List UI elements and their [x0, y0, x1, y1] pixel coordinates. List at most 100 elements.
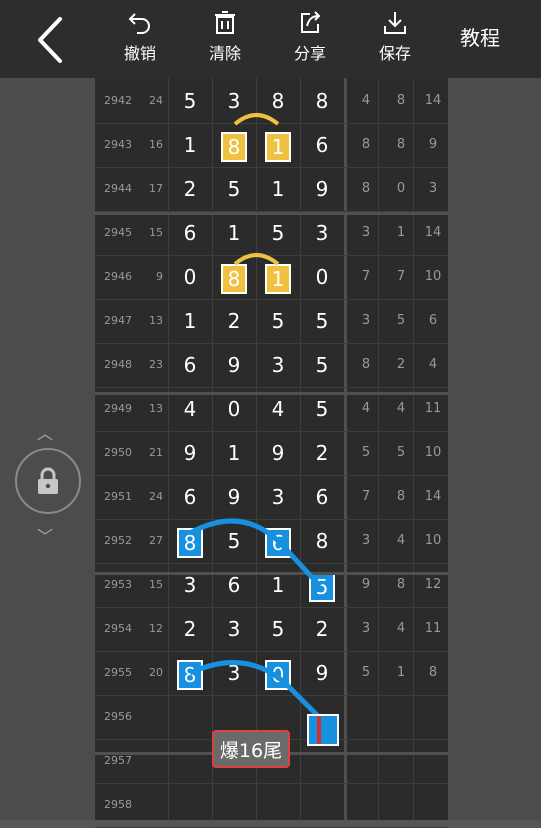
digit-cell[interactable]: 5	[265, 616, 291, 642]
lock-button[interactable]	[15, 448, 81, 514]
stat-value: 8	[396, 137, 406, 152]
digit-cell[interactable]: 5	[309, 308, 335, 334]
digit-cell[interactable]: 5	[309, 352, 335, 378]
period-number: 2946	[104, 270, 132, 283]
digit-cell[interactable]: 4	[177, 396, 203, 422]
table-row: 2943 16 1 8 1 6 8 8 9	[95, 124, 448, 168]
stat-value: 3	[361, 533, 371, 548]
digit-cell[interactable]: 0	[265, 660, 291, 690]
digit-cell[interactable]: 6	[221, 572, 247, 598]
digit-cell[interactable]: 5	[309, 572, 335, 602]
digit-cell[interactable]: 6	[265, 528, 291, 558]
right-side-panel	[448, 78, 541, 820]
stat-value: 8	[396, 489, 406, 504]
table-row: 2948 23 6 9 3 5 8 2 4	[95, 344, 448, 388]
digit-cell[interactable]: 5	[177, 88, 203, 114]
digit-cell[interactable]: 3	[221, 660, 247, 686]
digit-cell[interactable]: 2	[221, 308, 247, 334]
digit-cell[interactable]: 5	[265, 308, 291, 334]
digit-cell[interactable]: 9	[309, 660, 335, 686]
sum-value: 23	[149, 358, 163, 371]
digit-cell[interactable]: 3	[177, 572, 203, 598]
digit-cell[interactable]: 3	[265, 352, 291, 378]
tutorial-button[interactable]: 教程	[448, 22, 512, 51]
digit-cell[interactable]: 0	[177, 264, 203, 290]
digit-cell[interactable]: 9	[221, 352, 247, 378]
digit-cell[interactable]: 6	[309, 484, 335, 510]
stat-value: 4	[396, 401, 406, 416]
digit-cell[interactable]: 3	[221, 88, 247, 114]
digit-cell[interactable]: 8	[221, 264, 247, 294]
digit-cell[interactable]: 5	[309, 396, 335, 422]
digit-cell[interactable]: 8	[309, 88, 335, 114]
share-button[interactable]: 分享	[280, 8, 340, 64]
undo-button[interactable]: 撤销	[110, 8, 170, 64]
table-row: 2942 24 5 3 8 8 4 8 14	[95, 80, 448, 124]
digit-cell[interactable]: 1	[265, 132, 291, 162]
clear-button[interactable]: 清除	[195, 8, 255, 64]
digit-cell[interactable]: 2	[177, 176, 203, 202]
stat-value: 5	[361, 445, 371, 460]
stat-value: 4	[396, 533, 406, 548]
share-label: 分享	[293, 44, 326, 63]
digit-cell[interactable]: 6	[177, 484, 203, 510]
save-label: 保存	[378, 44, 411, 63]
digit-cell[interactable]: 1	[177, 132, 203, 158]
sum-value: 12	[149, 622, 163, 635]
digit-cell[interactable]: 0	[309, 264, 335, 290]
digit-cell[interactable]: 3	[265, 484, 291, 510]
digit-cell[interactable]: 3	[221, 616, 247, 642]
left-side-panel: ︿ ﹀	[0, 78, 95, 820]
digit-cell[interactable]: 8	[177, 528, 203, 558]
digit-cell[interactable]: 2	[309, 440, 335, 466]
top-toolbar: 撤销 清除 分享 保存 教程	[0, 0, 541, 78]
stat-value: 4	[361, 93, 371, 108]
sum-value: 15	[149, 226, 163, 239]
lottery-trend-grid: 2942 24 5 3 8 8 4 8 14 2943 16 1 8 1 6 8 8 9 2944 17 2 5 1 9 8 0 3…	[95, 78, 448, 828]
digit-cell[interactable]: 6	[177, 220, 203, 246]
digit-cell[interactable]: 5	[221, 528, 247, 554]
digit-cell[interactable]: 8	[309, 528, 335, 554]
digit-cell[interactable]: 9	[177, 440, 203, 466]
digit-cell[interactable]: 6	[177, 352, 203, 378]
save-button[interactable]: 保存	[365, 8, 425, 64]
digit-cell[interactable]: 5	[265, 220, 291, 246]
digit-cell[interactable]: 6	[309, 132, 335, 158]
stat-value: 6	[428, 313, 438, 328]
chevron-down-icon[interactable]: ﹀	[37, 523, 53, 547]
period-number: 2949	[104, 402, 132, 415]
stat-value: 5	[361, 665, 371, 680]
digit-cell[interactable]: 8	[221, 132, 247, 162]
table-row: 2954 12 2 3 5 2 3 4 11	[95, 608, 448, 652]
stat-value: 8	[361, 137, 371, 152]
digit-cell[interactable]: 1	[221, 220, 247, 246]
digit-cell[interactable]: 9	[265, 440, 291, 466]
period-number: 2956	[104, 710, 132, 723]
group-divider	[95, 392, 448, 395]
digit-cell[interactable]: 9	[309, 176, 335, 202]
digit-cell[interactable]: 9	[221, 484, 247, 510]
digit-cell[interactable]: 2	[177, 616, 203, 642]
digit-cell[interactable]: 3	[309, 220, 335, 246]
digit-cell[interactable]: 8	[177, 660, 203, 690]
digit-cell[interactable]: 0	[221, 396, 247, 422]
stat-value: 9	[361, 577, 371, 592]
chevron-up-icon[interactable]: ︿	[37, 420, 53, 444]
back-arrow-icon[interactable]	[30, 15, 72, 65]
period-number: 2955	[104, 666, 132, 679]
digit-cell[interactable]: 5	[221, 176, 247, 202]
digit-cell[interactable]: 1	[177, 308, 203, 334]
digit-cell[interactable]: 1	[265, 176, 291, 202]
predicted-cell[interactable]	[307, 714, 339, 746]
digit-cell[interactable]: 8	[265, 88, 291, 114]
period-number: 2944	[104, 182, 132, 195]
digit-cell[interactable]: 1	[265, 264, 291, 294]
stat-value: 5	[396, 313, 406, 328]
digit-cell[interactable]: 2	[309, 616, 335, 642]
stat-value: 4	[396, 621, 406, 636]
table-row: 2950 21 9 1 9 2 5 5 10	[95, 432, 448, 476]
sum-value: 16	[149, 138, 163, 151]
digit-cell[interactable]: 1	[265, 572, 291, 598]
digit-cell[interactable]: 1	[221, 440, 247, 466]
digit-cell[interactable]: 4	[265, 396, 291, 422]
